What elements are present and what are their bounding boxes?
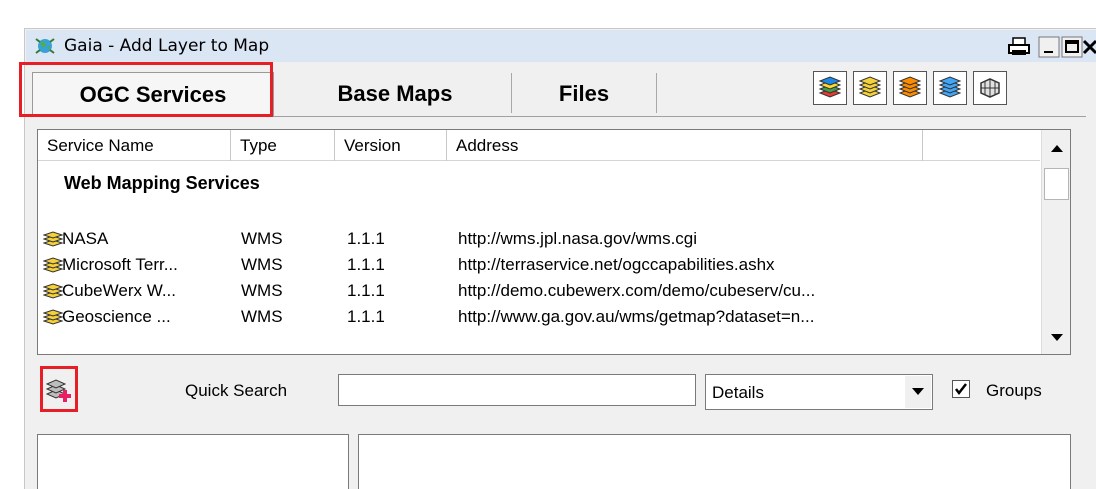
tab-files-label: Files [558,81,610,106]
service-type: WMS [241,281,283,300]
quick-search-label: Quick Search [185,381,288,400]
view-select-value: Details [712,383,764,402]
layers-orange-icon [898,76,922,98]
layer-details-pane[interactable] [358,434,1071,489]
service-name: Geoscience ... [62,307,171,326]
service-address: http://terraservice.net/ogccapabilities.… [458,255,775,274]
tab-base-maps[interactable]: Base Maps [279,72,511,116]
service-type: WMS [241,229,283,248]
close-button[interactable] [1082,34,1096,60]
column-header-label: Service Name [47,135,154,155]
list-header: Service Name Type Version Address [38,130,1040,161]
table-row[interactable]: Microsoft Terr... WMS 1.1.1 http://terra… [38,252,1038,278]
close-icon [1082,39,1096,55]
title-bar: Gaia - Add Layer to Map [26,30,1096,62]
service-version: 1.1.1 [347,255,385,274]
layers-blue-icon [938,76,962,98]
column-header-label: Version [344,135,401,155]
view-all-layers-button[interactable] [813,71,847,105]
service-address: http://wms.jpl.nasa.gov/wms.cgi [458,229,698,248]
quick-search-input[interactable] [338,374,696,406]
service-list: Service Name Type Version Address Web Ma… [37,129,1071,355]
service-version: 1.1.1 [347,281,385,300]
layers-grid-icon [980,78,1000,98]
highlight-box [19,62,273,117]
arrow-up-icon [1050,145,1063,152]
maximize-icon [1061,36,1083,58]
groups-checkbox-label: Groups [986,381,1042,400]
tab-divider [656,73,657,113]
service-address: http://demo.cubewerx.com/demo/cubeserv/c… [458,281,816,300]
window-title: Gaia - Add Layer to Map [64,36,270,56]
service-version: 1.1.1 [347,229,385,248]
view-select-dropdown-button[interactable] [905,376,931,408]
column-header-label: Address [456,135,519,155]
print-button[interactable] [1006,34,1032,60]
column-header-address[interactable]: Address [447,130,923,161]
wms-layers-icon [43,257,63,273]
view-wfs-layers-button[interactable] [893,71,927,105]
chevron-down-icon [912,388,924,395]
service-address: http://www.ga.gov.au/wms/getmap?dataset=… [458,307,815,326]
list-scrollbar[interactable] [1041,130,1070,354]
printer-icon [1008,37,1030,55]
layers-multicolor-icon [818,76,842,98]
service-version: 1.1.1 [347,307,385,326]
group-header[interactable]: Web Mapping Services [64,173,260,194]
wms-layers-icon [43,283,63,299]
wms-layers-icon [43,231,63,247]
service-name: NASA [62,229,109,248]
service-type: WMS [241,307,283,326]
column-header-label: Type [240,135,277,155]
minimize-icon [1038,36,1060,58]
column-header-type[interactable]: Type [231,130,335,161]
service-type: WMS [241,255,283,274]
wms-layers-icon [43,309,63,325]
column-header-version[interactable]: Version [335,130,447,161]
scroll-down-button[interactable] [1044,326,1069,350]
arrow-down-icon [1050,334,1063,341]
groups-checkbox[interactable] [952,380,970,398]
checkmark-icon [955,383,967,396]
highlight-box [40,366,78,412]
scroll-up-button[interactable] [1044,136,1069,160]
scroll-thumb[interactable] [1044,168,1069,200]
table-row[interactable]: CubeWerx W... WMS 1.1.1 http://demo.cube… [38,278,1038,304]
column-header-service-name[interactable]: Service Name [38,130,231,161]
table-row[interactable]: Geoscience ... WMS 1.1.1 http://www.ga.g… [38,304,1038,330]
view-tiled-layers-button[interactable] [973,71,1007,105]
globe-icon [35,38,55,54]
view-select[interactable]: Details [705,374,933,410]
view-wms-layers-button[interactable] [853,71,887,105]
view-wcs-layers-button[interactable] [933,71,967,105]
table-row[interactable]: NASA WMS 1.1.1 http://wms.jpl.nasa.gov/w… [38,226,1038,252]
tab-base-maps-label: Base Maps [337,81,453,106]
layer-tree-pane[interactable] [37,434,349,489]
service-name: Microsoft Terr... [62,255,178,274]
service-name: CubeWerx W... [62,281,176,300]
tab-files[interactable]: Files [512,72,656,116]
layers-yellow-icon [858,76,882,98]
column-header-extra[interactable] [923,130,1040,161]
